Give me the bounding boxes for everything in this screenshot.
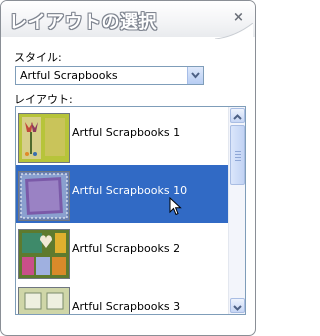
layout-thumbnail [18, 113, 70, 163]
chevron-up-icon [233, 114, 242, 120]
list-item[interactable]: Artful Scrapbooks 10 [16, 165, 228, 223]
list-item-label: Artful Scrapbooks 10 [72, 184, 188, 197]
list-item[interactable]: Artful Scrapbooks 2 [16, 223, 228, 281]
mouse-pointer-icon [169, 197, 182, 216]
list-item-label: Artful Scrapbooks 1 [72, 126, 181, 139]
page-curl-decoration [215, 23, 253, 39]
scroll-thumb[interactable] [230, 125, 245, 185]
list-item-label: Artful Scrapbooks 2 [72, 242, 181, 255]
chevron-down-icon [191, 72, 200, 79]
list-scrollbar[interactable] [228, 107, 245, 314]
layout-thumbnail [18, 171, 70, 221]
scroll-down-button[interactable] [230, 298, 245, 313]
panel-title: レイアウトの選択 [9, 12, 157, 33]
layout-picker-panel: レイアウトの選択 × スタイル: Artful Scrapbooks レイアウト… [0, 0, 256, 336]
dropdown-arrow-button[interactable] [187, 67, 203, 84]
style-label: スタイル: [14, 51, 62, 64]
layout-thumbnail [18, 229, 70, 279]
scroll-up-button[interactable] [230, 108, 245, 123]
chevron-down-icon [233, 305, 242, 311]
panel-header: レイアウトの選択 × [1, 1, 255, 39]
layout-thumbnail [18, 287, 70, 314]
style-dropdown[interactable]: Artful Scrapbooks [15, 66, 204, 85]
layout-label: レイアウト: [14, 93, 73, 106]
list-item[interactable]: Artful Scrapbooks 3 [16, 281, 228, 314]
list-item[interactable]: Artful Scrapbooks 1 [16, 107, 228, 165]
layout-list[interactable]: Artful Scrapbooks 1 Artful Scrapbooks 10 [15, 106, 246, 315]
list-item-label: Artful Scrapbooks 3 [72, 300, 181, 313]
style-dropdown-value: Artful Scrapbooks [20, 69, 118, 82]
